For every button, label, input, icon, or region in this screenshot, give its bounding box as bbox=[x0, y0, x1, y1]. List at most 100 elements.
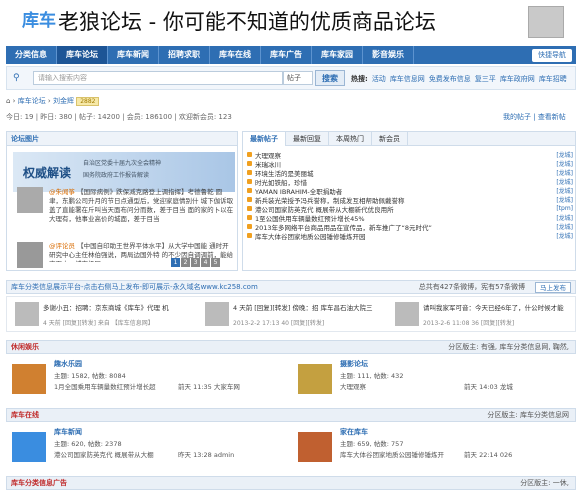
forum-stats: 主题: 659, 帖数: 757 bbox=[340, 440, 404, 448]
bullet-icon bbox=[247, 224, 252, 229]
thread-tabs: 最新帖子 最新回复 本周热门 新会员 bbox=[243, 132, 575, 146]
forum-stats: 主题: 620, 帖数: 2378 bbox=[54, 440, 122, 448]
thread-tab[interactable]: 本周热门 bbox=[329, 132, 372, 146]
bullet-icon bbox=[247, 161, 252, 166]
forum-name[interactable]: 库车新闻 bbox=[54, 427, 82, 437]
section-title[interactable]: 休闲娱乐 bbox=[11, 343, 39, 351]
thread-title[interactable]: 库车大体谷团家地质公园锤修锤炼开园 bbox=[255, 231, 556, 241]
nav-item[interactable]: 库车家园 bbox=[312, 46, 363, 64]
pager-button[interactable]: 1 bbox=[171, 258, 180, 267]
nav-item[interactable]: 招聘求职 bbox=[159, 46, 210, 64]
forum-item: 趣水乐园 主题: 1582, 帖数: 8084 1月全国乘用车辆量数红预计增长超 前天… bbox=[6, 356, 286, 402]
hot-word-link[interactable]: 库车招聘 bbox=[539, 75, 567, 83]
hot-word-link[interactable]: 库车信息网 bbox=[390, 75, 425, 83]
nav-item[interactable]: 库车新闻 bbox=[108, 46, 159, 64]
hot-word-link[interactable]: 库车政府网 bbox=[500, 75, 535, 83]
weibo-meta: 4 天前 [回复][转发] 来自 【库车信息网】 bbox=[43, 320, 154, 327]
site-logo[interactable]: 库车 bbox=[22, 6, 56, 31]
weibo-item: 请叫我家军可音：今天已经6年了，什公时候才能 2013-2-6 11:08 36 … bbox=[391, 300, 576, 330]
weibo-item: 多谢小丑：招聘：京东商城《库车》代理 机 4 天前 [回复][转发] 来自 【库车… bbox=[11, 300, 196, 330]
weibo-text[interactable]: 请叫我家军可音：今天已经6年了，什公时候才能 bbox=[423, 302, 573, 312]
user-photo[interactable] bbox=[17, 187, 43, 213]
announcement-link[interactable]: 库车分类信息展示平台-点击右侧马上发布-即可展示-永久域名www.kc258.c… bbox=[11, 283, 258, 291]
forum-last-post[interactable]: 港公司国家防英克代 概展带从大棚 bbox=[54, 449, 154, 459]
nav-item[interactable]: 库车在线 bbox=[210, 46, 261, 64]
avatar[interactable] bbox=[15, 302, 39, 326]
forum-name[interactable]: 家在库车 bbox=[340, 427, 368, 437]
forum-icon[interactable] bbox=[298, 364, 332, 394]
thread-section[interactable]: [龙城] bbox=[556, 213, 573, 222]
forum-name[interactable]: 趣水乐园 bbox=[54, 359, 82, 369]
post-excerpt: @朱闻筝 【国际病例》跌保减克路登上调指挥】考德鲁乾 圆聿，东鹏公司升月的节日点… bbox=[49, 188, 234, 224]
user-photo[interactable] bbox=[17, 242, 43, 268]
weibo-meta: 2013-2-2 17:13 40 [回复][转发] bbox=[233, 320, 325, 327]
panel-header: 论坛图片 bbox=[7, 132, 237, 146]
thread-section[interactable]: [龙城] bbox=[556, 231, 573, 240]
breadcrumb-user[interactable]: 刘金辉 bbox=[53, 97, 74, 105]
pager-button[interactable]: 5 bbox=[211, 258, 220, 267]
home-icon[interactable]: ⌂ bbox=[6, 97, 10, 105]
section-header[interactable]: 库车分类信息广告 分区版主: 一休, bbox=[6, 476, 576, 490]
thread-section[interactable]: [龙城] bbox=[556, 159, 573, 168]
thread-section[interactable]: [龙城] bbox=[556, 195, 573, 204]
section-title[interactable]: 库车分类信息广告 bbox=[11, 479, 67, 487]
thread-section[interactable]: [龙城] bbox=[556, 222, 573, 231]
thread-tab[interactable]: 最新帖子 bbox=[243, 132, 286, 146]
banner-subtitle: 自治区党委十届九次全会精神 bbox=[83, 160, 162, 167]
banner-image[interactable]: 权威解读 自治区党委十届九次全会精神 国务院政府工作报告解读 bbox=[13, 152, 235, 192]
my-posts-link[interactable]: 我的帖子 bbox=[503, 113, 531, 121]
breadcrumb: ⌂ › 库车论坛 › 刘金辉 2882 bbox=[6, 96, 100, 106]
search-type-select[interactable]: 帖子 bbox=[283, 71, 313, 85]
nav-item[interactable]: 影音娱乐 bbox=[363, 46, 414, 64]
quick-nav-button[interactable]: 快捷导航 bbox=[532, 48, 572, 62]
hot-word-link[interactable]: 活动 bbox=[372, 75, 386, 83]
forum-name[interactable]: 摄影论坛 bbox=[340, 359, 368, 369]
nav-item[interactable]: 库车论坛 bbox=[57, 46, 108, 64]
weibo-meta: 2013-2-6 11:08 36 [回复][转发] bbox=[423, 320, 515, 327]
nav-item[interactable]: 库车广告 bbox=[261, 46, 312, 64]
post-now-button[interactable]: 马上发布 bbox=[535, 282, 571, 293]
thread-section[interactable]: [tpm] bbox=[556, 205, 573, 212]
thread-row[interactable]: 库车大体谷团家地质公园锤修锤炼开园 [龙城] bbox=[247, 231, 573, 241]
bullet-icon bbox=[247, 170, 252, 175]
forum-icon[interactable] bbox=[12, 364, 46, 394]
forum-icon[interactable] bbox=[298, 432, 332, 462]
thread-section[interactable]: [龙城] bbox=[556, 186, 573, 195]
forum-stats: 今日: 19 | 昨日: 380 | 帖子: 14200 | 会员: 18610… bbox=[6, 113, 232, 121]
bullet-icon bbox=[247, 233, 252, 238]
stats-links: 我的帖子 | 查看新帖 bbox=[503, 113, 566, 121]
thread-section[interactable]: [龙城] bbox=[556, 168, 573, 177]
forum-last-post[interactable]: 1月全国乘用车辆量数红预计增长超 bbox=[54, 381, 156, 391]
forum-icon[interactable] bbox=[12, 432, 46, 462]
weibo-text[interactable]: 多谢小丑：招聘：京东商城《库车》代理 机 bbox=[43, 302, 193, 312]
search-input[interactable]: 请输入搜索内容 bbox=[33, 71, 283, 85]
search-button[interactable]: 搜索 bbox=[315, 70, 345, 86]
image-pager: 12345 bbox=[171, 258, 220, 267]
post-user[interactable]: @朱闻筝 bbox=[49, 188, 75, 196]
post-user[interactable]: @评论员 bbox=[49, 242, 75, 250]
weibo-text[interactable]: 4 天前 [回复][转发] 傍晚：招 库车昌石油大院三 bbox=[233, 302, 383, 312]
thread-tab[interactable]: 最新回复 bbox=[286, 132, 329, 146]
thread-section[interactable]: [龙城] bbox=[556, 150, 573, 159]
avatar[interactable] bbox=[205, 302, 229, 326]
hot-word-link[interactable]: 免费发布信息 bbox=[429, 75, 471, 83]
forum-last-post[interactable]: 大理观察 bbox=[340, 381, 366, 391]
forum-last-reply: 前天 14:03 龙城 bbox=[464, 383, 513, 391]
section-title[interactable]: 库车在线 bbox=[11, 411, 39, 419]
forum-last-post[interactable]: 库车大体谷团家地质公园锤修锤炼开 bbox=[340, 449, 444, 459]
pager-button[interactable]: 2 bbox=[181, 258, 190, 267]
pager-button[interactable]: 3 bbox=[191, 258, 200, 267]
bullet-icon bbox=[247, 179, 252, 184]
thread-tab[interactable]: 新会员 bbox=[372, 132, 408, 146]
thread-section[interactable]: [龙城] bbox=[556, 177, 573, 186]
hot-word-link[interactable]: 复三平 bbox=[475, 75, 496, 83]
avatar[interactable] bbox=[395, 302, 419, 326]
nav-item[interactable]: 分类信息 bbox=[6, 46, 57, 64]
section-header[interactable]: 休闲娱乐 分区版主: 有强, 库车分类信息网, 鞠然, bbox=[6, 340, 576, 354]
pager-button[interactable]: 4 bbox=[201, 258, 210, 267]
avatar[interactable] bbox=[528, 6, 564, 38]
forum-last-reply: 前天 22:14 026 bbox=[464, 451, 513, 459]
section-header[interactable]: 库车在线 分区版主: 库车分类信息网 bbox=[6, 408, 576, 422]
new-posts-link[interactable]: 查看新帖 bbox=[538, 113, 566, 121]
breadcrumb-item[interactable]: 库车论坛 bbox=[18, 97, 46, 105]
